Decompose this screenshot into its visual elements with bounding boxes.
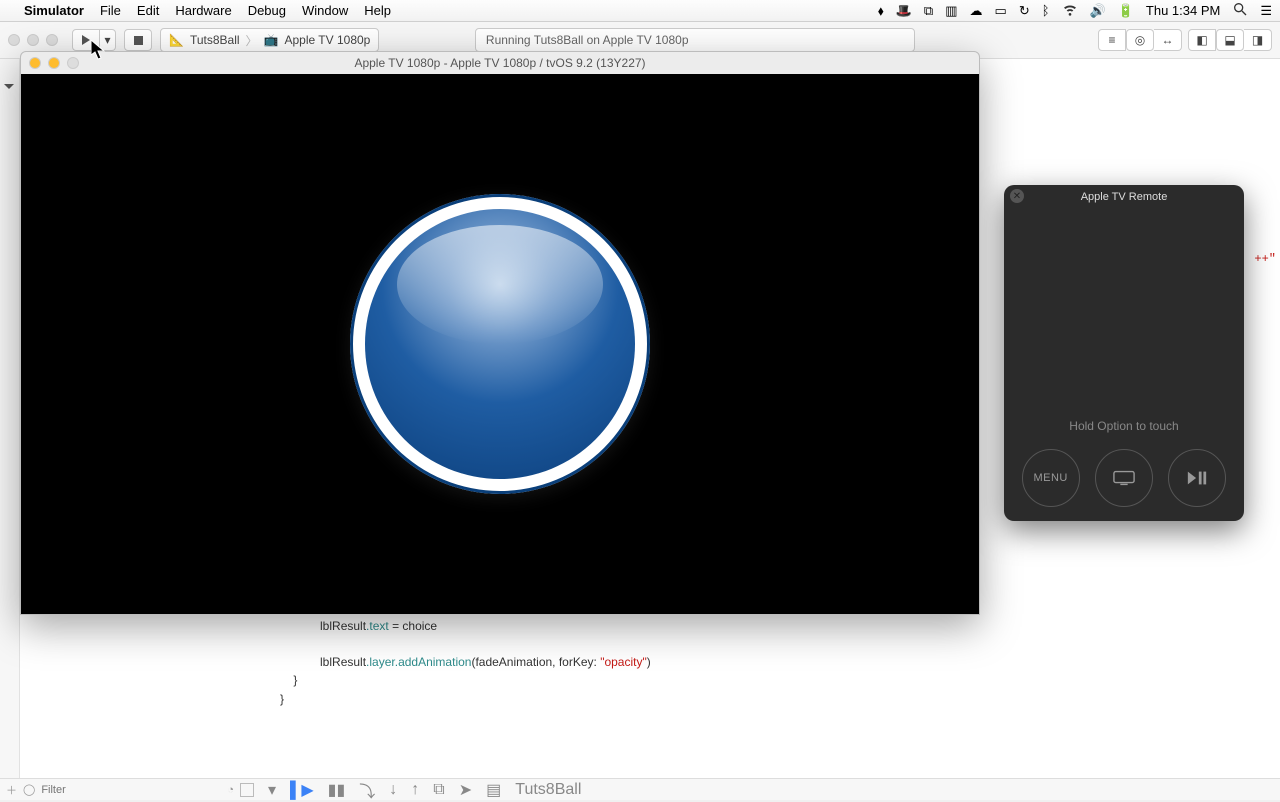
macos-menubar: Simulator File Edit Hardware Debug Windo… xyxy=(0,0,1280,22)
editor-assistant-button[interactable]: ◎ xyxy=(1126,29,1154,51)
step-over-icon[interactable]: ⤵ xyxy=(359,778,375,802)
filter-input[interactable] xyxy=(41,784,221,796)
view-debug-icon[interactable]: ⧉ xyxy=(433,781,444,799)
simulator-title: Apple TV 1080p - Apple TV 1080p / tvOS 9… xyxy=(354,56,645,70)
scm-filter-icon[interactable] xyxy=(240,783,254,797)
remote-tv-button[interactable] xyxy=(1095,449,1153,507)
screencapture-icon[interactable]: ⧉ xyxy=(924,3,933,19)
stop-button[interactable] xyxy=(124,29,152,51)
panel-left-button[interactable]: ◧ xyxy=(1188,29,1216,51)
app-menu[interactable]: Simulator xyxy=(24,3,84,18)
menu-file[interactable]: File xyxy=(100,3,121,18)
cloud-icon[interactable]: ☁ xyxy=(970,3,983,19)
run-button[interactable] xyxy=(72,29,100,51)
simulator-traffic-lights[interactable] xyxy=(29,57,79,69)
device-icon: 📺 xyxy=(264,33,279,47)
clock[interactable]: Thu 1:34 PM xyxy=(1146,3,1220,18)
remote-play-pause-button[interactable] xyxy=(1168,449,1226,507)
clock-filter-icon[interactable]: ◔ xyxy=(227,784,234,796)
magic-8-ball xyxy=(350,194,650,494)
scheme-selector[interactable]: 📐 Tuts8Ball 〉 📺 Apple TV 1080p xyxy=(160,28,379,52)
volume-icon[interactable]: 🔊 xyxy=(1090,3,1106,19)
breakpoints-icon[interactable]: ▌▶ xyxy=(290,780,314,800)
hide-debug-icon[interactable]: ▾ xyxy=(268,780,276,800)
editor-version-button[interactable]: ↔ xyxy=(1154,29,1182,51)
menu-debug[interactable]: Debug xyxy=(248,3,286,18)
panel-right-button[interactable]: ◨ xyxy=(1244,29,1272,51)
editor-standard-button[interactable]: ≡ xyxy=(1098,29,1126,51)
debug-target: Tuts8Ball xyxy=(515,781,581,799)
spotlight-icon[interactable] xyxy=(1232,1,1248,20)
apple-tv-remote-panel[interactable]: ✕ Apple TV Remote Hold Option to touch M… xyxy=(1004,185,1244,521)
simulator-screen[interactable] xyxy=(21,74,979,614)
step-out-icon[interactable]: ↑ xyxy=(411,781,419,799)
debug-bar: ▾ ▌▶ ▮▮ ⤵ ↓ ↑ ⧉ ➤ ▤ Tuts8Ball xyxy=(260,778,1280,800)
dropbox-icon[interactable]: ⬧ xyxy=(878,3,884,19)
timemachine-icon[interactable]: ↻ xyxy=(1019,3,1030,19)
close-icon[interactable]: ✕ xyxy=(1010,189,1024,203)
simulator-titlebar[interactable]: Apple TV 1080p - Apple TV 1080p / tvOS 9… xyxy=(21,52,979,74)
remote-menu-button[interactable]: MENU xyxy=(1022,449,1080,507)
remote-hint: Hold Option to touch xyxy=(1004,419,1244,441)
project-icon: 📐 xyxy=(169,33,184,47)
hat-icon[interactable]: 🎩 xyxy=(896,3,912,19)
pause-icon[interactable]: ▮▮ xyxy=(328,780,346,800)
scheme-project: Tuts8Ball xyxy=(190,33,240,47)
navigator-gutter xyxy=(0,59,20,800)
run-menu-button[interactable]: ▾ xyxy=(100,29,116,51)
notification-center-icon[interactable]: ☰ xyxy=(1260,3,1272,19)
menu-edit[interactable]: Edit xyxy=(137,3,159,18)
panel-bottom-button[interactable]: ⬓ xyxy=(1216,29,1244,51)
remote-title: Apple TV Remote xyxy=(1081,191,1168,203)
display-icon[interactable]: ▥ xyxy=(945,3,957,19)
filter-scope-icon[interactable]: ◯ xyxy=(23,783,35,796)
code-editor[interactable]: lblResult.text = choice lblResult.layer.… xyxy=(260,614,1280,778)
simulator-window[interactable]: Apple TV 1080p - Apple TV 1080p / tvOS 9… xyxy=(20,51,980,615)
battery-aux-icon[interactable]: ▭ xyxy=(995,3,1007,19)
ball-glass xyxy=(365,209,635,479)
battery-icon[interactable]: 🔋 xyxy=(1118,3,1134,19)
xcode-traffic-lights[interactable] xyxy=(8,34,58,46)
location-icon[interactable]: ➤ xyxy=(459,780,472,800)
error-indicator[interactable]: ++" xyxy=(1254,252,1276,266)
menu-window[interactable]: Window xyxy=(302,3,348,18)
step-into-icon[interactable]: ↓ xyxy=(389,781,397,799)
disclosure-triangle-icon[interactable] xyxy=(4,84,14,89)
menu-hardware[interactable]: Hardware xyxy=(175,3,231,18)
bluetooth-icon[interactable]: ᛒ xyxy=(1042,3,1050,18)
process-icon[interactable]: ▤ xyxy=(486,780,501,800)
activity-status: Running Tuts8Ball on Apple TV 1080p xyxy=(475,28,915,52)
navigator-filter-bar: ＋ ◯ ◔ xyxy=(0,778,260,800)
menu-help[interactable]: Help xyxy=(364,3,391,18)
wifi-icon[interactable] xyxy=(1062,1,1078,20)
remote-touch-surface[interactable] xyxy=(1004,209,1244,419)
add-button[interactable]: ＋ xyxy=(6,782,17,798)
scheme-device: Apple TV 1080p xyxy=(285,33,371,47)
